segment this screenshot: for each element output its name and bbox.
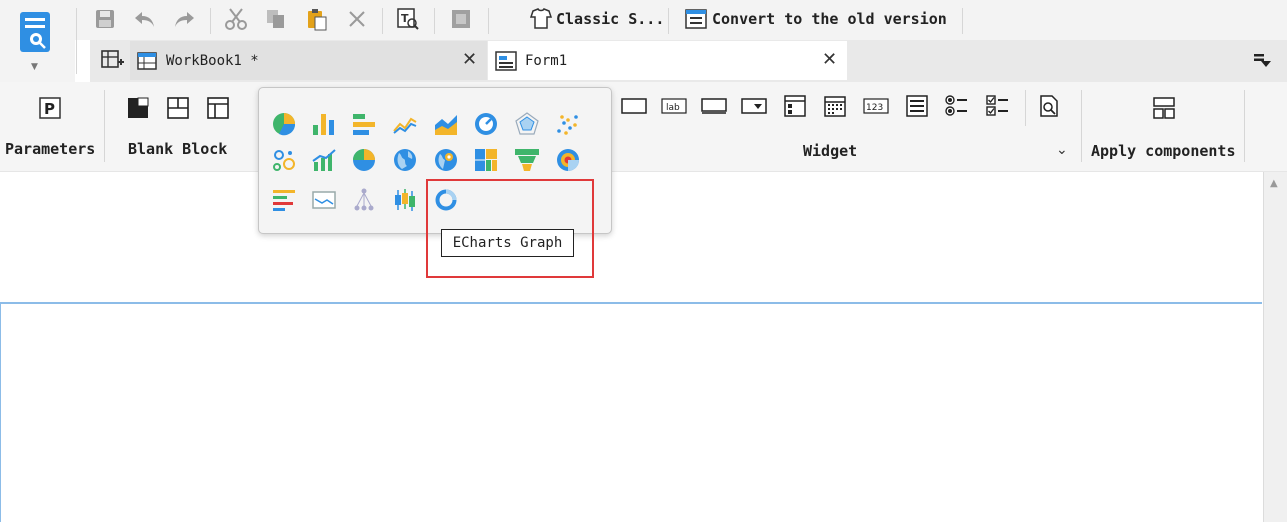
delete-icon[interactable] (344, 6, 370, 32)
text-field-widget-icon[interactable] (701, 95, 727, 117)
classic-style-label[interactable]: Classic S... (556, 10, 664, 28)
save-icon[interactable] (92, 6, 118, 32)
tab-list-menu-icon[interactable] (1252, 51, 1272, 69)
undo-icon[interactable] (132, 6, 158, 32)
line-chart-icon[interactable] (391, 110, 419, 138)
combo-box-widget-icon[interactable] (741, 95, 767, 117)
tab-label: WorkBook1 * (166, 52, 259, 69)
find-replace-icon[interactable]: T (395, 6, 421, 32)
apply-components-icon[interactable] (1152, 96, 1176, 120)
donut-chart-icon[interactable] (350, 146, 378, 174)
horizontal-bar-icon[interactable] (350, 110, 378, 138)
tree-combo-widget-icon[interactable] (782, 95, 808, 117)
svg-text:123: 123 (866, 103, 883, 113)
widget-label[interactable]: Widget (803, 142, 857, 160)
close-form-tab-icon[interactable]: ✕ (822, 49, 837, 70)
form-body-left-border (0, 302, 1, 522)
scatter-chart-icon[interactable] (554, 110, 582, 138)
query-button-icon[interactable] (1036, 95, 1062, 117)
number-field-widget-icon[interactable]: 123 (863, 95, 889, 117)
treemap-chart-icon[interactable] (472, 146, 500, 174)
scroll-up-icon[interactable]: ▲ (1270, 178, 1278, 189)
convert-icon[interactable] (683, 6, 709, 32)
tab-label: Form1 (525, 52, 568, 69)
widget-expand-chevron-icon[interactable]: ⌄ (1056, 142, 1068, 158)
checkbox-group-widget-icon[interactable] (985, 95, 1011, 117)
absolute-block-icon[interactable] (126, 96, 150, 120)
combo-chart-icon[interactable] (310, 146, 338, 174)
point-map-icon[interactable] (432, 146, 460, 174)
vertical-scrollbar[interactable]: ▲ (1263, 172, 1287, 522)
parameters-label[interactable]: Parameters (5, 140, 95, 158)
radio-group-widget-icon[interactable] (944, 95, 970, 117)
multi-pie-icon[interactable] (554, 146, 582, 174)
funnel-chart-icon[interactable] (513, 146, 541, 174)
list-view-widget-icon[interactable] (904, 95, 930, 117)
parameters-icon[interactable]: P (38, 96, 62, 120)
area-chart-icon[interactable] (432, 110, 460, 138)
close-workbook-tab-icon[interactable]: ✕ (462, 49, 477, 70)
bar-chart-icon[interactable] (310, 110, 338, 138)
echarts-graph-tooltip: ECharts Graph (441, 229, 574, 257)
svg-text:lab: lab (666, 103, 680, 113)
layout-block-icon[interactable] (206, 96, 230, 120)
gauge-chart-icon[interactable] (472, 110, 500, 138)
bubble-chart-icon[interactable] (270, 146, 298, 174)
app-logo-icon[interactable] (18, 10, 56, 58)
svg-text:P: P (44, 100, 55, 118)
classic-style-icon[interactable] (528, 6, 554, 32)
frame-chart-icon[interactable] (310, 186, 338, 214)
app-menu-dropdown-icon[interactable]: ▼ (31, 62, 38, 72)
structure-chart-icon[interactable] (350, 186, 378, 214)
form-tab-icon (495, 50, 517, 71)
form-body-border (0, 302, 1262, 304)
paste-icon[interactable] (304, 6, 330, 32)
blank-block-label[interactable]: Blank Block (128, 140, 227, 158)
format-painter-icon[interactable] (448, 6, 474, 32)
new-workbook-icon[interactable] (100, 49, 124, 71)
gantt-chart-icon[interactable] (270, 186, 298, 214)
pie-chart-icon[interactable] (270, 110, 298, 138)
apply-components-label[interactable]: Apply components (1091, 142, 1236, 160)
tab-block-icon[interactable] (166, 96, 190, 120)
convert-old-version-link[interactable]: Convert to the old version (712, 10, 947, 28)
map-chart-icon[interactable] (391, 146, 419, 174)
tab-form1[interactable]: Form1 (488, 41, 847, 80)
workbook-tab-icon (137, 51, 157, 70)
redo-icon[interactable] (171, 6, 197, 32)
copy-icon[interactable] (263, 6, 289, 32)
tab-workbook1[interactable]: WorkBook1 * (130, 41, 487, 80)
radar-chart-icon[interactable] (513, 110, 541, 138)
box-plot-icon[interactable] (391, 186, 419, 214)
date-picker-widget-icon[interactable] (822, 95, 848, 117)
button-widget-icon[interactable] (621, 95, 647, 117)
label-widget-icon[interactable]: lab (661, 95, 687, 117)
cut-icon[interactable] (223, 6, 249, 32)
